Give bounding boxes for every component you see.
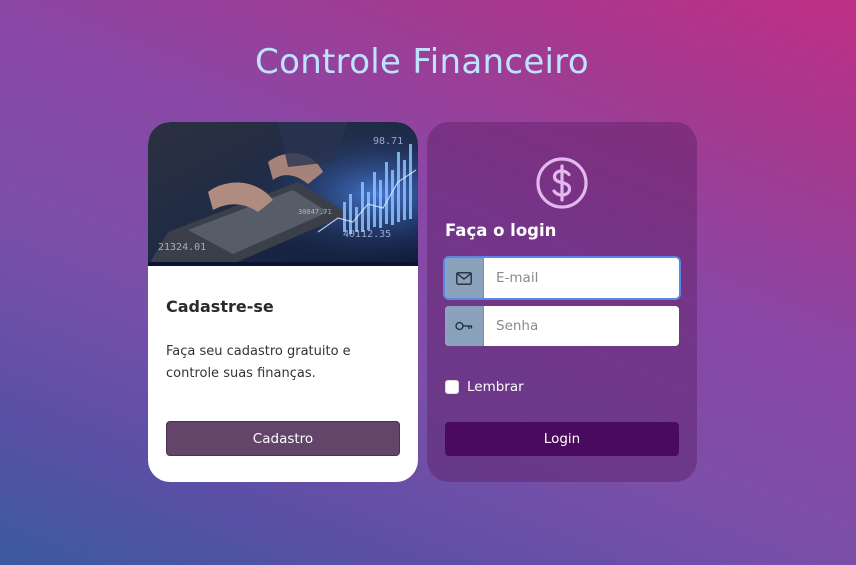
signup-card: 21324.01 98.71 40112.35 30047.71 Cadastr… (148, 122, 418, 482)
signup-button[interactable]: Cadastro (166, 421, 400, 456)
password-field (445, 306, 679, 346)
remember-label: Lembrar (467, 379, 524, 395)
login-card: Faça o login Lembrar Login (427, 122, 697, 482)
email-field (445, 258, 679, 298)
envelope-icon (445, 258, 484, 298)
email-input[interactable] (484, 258, 679, 298)
login-button[interactable]: Login (445, 422, 679, 456)
dollar-circle-icon (534, 155, 590, 211)
password-input[interactable] (484, 306, 679, 346)
svg-text:98.71: 98.71 (373, 136, 403, 147)
signup-title: Cadastre-se (166, 297, 274, 316)
svg-text:21324.01: 21324.01 (158, 242, 206, 253)
key-icon (445, 306, 484, 346)
remember-checkbox[interactable]: Lembrar (445, 379, 524, 395)
signup-description: Faça seu cadastro gratuito e controle su… (166, 344, 351, 381)
finance-trading-image: 21324.01 98.71 40112.35 30047.71 (148, 122, 418, 266)
page-title: Controle Financeiro (255, 42, 589, 82)
login-title: Faça o login (445, 221, 557, 240)
remember-checkbox-box[interactable] (445, 380, 459, 394)
svg-text:40112.35: 40112.35 (343, 229, 391, 240)
svg-text:30047.71: 30047.71 (298, 208, 332, 216)
